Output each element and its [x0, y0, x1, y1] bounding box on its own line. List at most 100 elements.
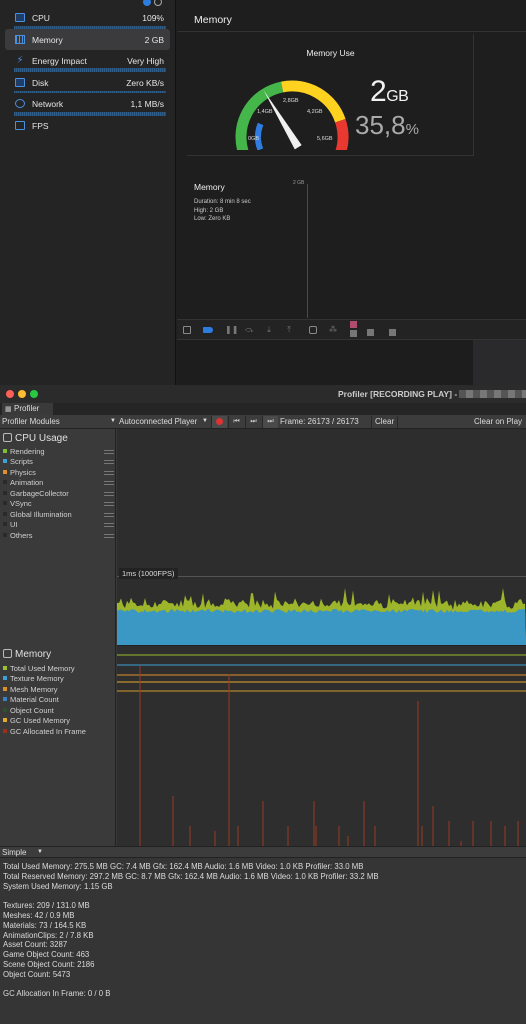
cpu-legend-item[interactable]: Scripts — [3, 457, 114, 467]
tab-profiler[interactable]: ▦ Profiler — [2, 403, 53, 415]
cpu-legend-item[interactable]: VSync — [3, 499, 114, 509]
percent-number: 35,8 — [355, 110, 406, 140]
energy-icon: ⚡ — [16, 55, 24, 66]
memory-legend-item[interactable]: GC Used Memory — [3, 716, 70, 726]
stat-line: Total Used Memory: 275.5 MB GC: 7.4 MB G… — [3, 862, 364, 871]
gauge-label: CPU — [32, 12, 50, 23]
cpu-icon — [15, 13, 25, 22]
drag-handle-icon[interactable] — [104, 502, 114, 507]
memory-graph-heading: Memory — [194, 182, 225, 192]
close-window-button[interactable] — [6, 390, 14, 398]
minimize-window-button[interactable] — [18, 390, 26, 398]
step-out-icon[interactable]: ⤒ — [285, 326, 293, 334]
gauge-network[interactable]: Network 1,1 MB/s — [5, 93, 170, 114]
memory-graph-icon[interactable]: ⁂ — [329, 326, 337, 334]
target-dropdown-arrow-icon[interactable]: ▼ — [202, 418, 208, 424]
pause-icon[interactable] — [154, 0, 162, 6]
memory-legend-item[interactable]: Texture Memory — [3, 674, 64, 684]
gauge-fps[interactable]: FPS — [5, 115, 170, 136]
current-frame-button[interactable]: ⏭ — [262, 416, 278, 428]
memory-use-panel: Memory Use 0GB 1,4GB 2,8GB 4,2GB 5,6GB 2… — [187, 34, 474, 156]
stat-line: Total Reserved Memory: 297.2 MB GC: 8.7 … — [3, 871, 379, 881]
drag-handle-icon[interactable] — [104, 533, 114, 538]
gauge-tick-label: 1,4GB — [257, 109, 273, 115]
cpu-legend-item[interactable]: Animation — [3, 478, 114, 488]
cpu-legend-item[interactable]: UI — [3, 520, 114, 530]
console-toggle-icon[interactable] — [183, 326, 191, 334]
status-icon — [143, 0, 151, 6]
legend-label: Total Used Memory — [10, 664, 75, 673]
legend-label: Texture Memory — [10, 674, 64, 684]
record-icon — [216, 418, 223, 425]
drag-handle-icon[interactable] — [104, 523, 114, 528]
cpu-legend-item[interactable]: Rendering — [3, 447, 114, 457]
cpu-legend-item[interactable]: GarbageCollector — [3, 489, 114, 499]
memory-gauge: 0GB 1,4GB 2,8GB 4,2GB 5,6GB — [235, 80, 349, 150]
gauge-label: Network — [32, 98, 64, 109]
drag-handle-icon[interactable] — [104, 491, 114, 496]
drag-handle-icon[interactable] — [104, 512, 114, 517]
memory-legend-item[interactable]: GC Allocated In Frame — [3, 727, 86, 737]
axis-line — [307, 184, 308, 318]
view-mode-arrow-icon[interactable]: ▼ — [37, 849, 43, 855]
drag-handle-icon[interactable] — [104, 470, 114, 475]
gauge-value: 109% — [142, 12, 164, 23]
high-text: High: 2 GB — [194, 207, 224, 214]
memory-legend-item[interactable]: Object Count — [3, 706, 54, 716]
legend-swatch — [3, 522, 7, 527]
cpu-module-heading[interactable]: CPU Usage — [3, 433, 68, 444]
view-hierarchy-icon[interactable] — [309, 326, 317, 334]
view-mode-dropdown[interactable]: Simple — [2, 848, 26, 857]
cpu-legend-item[interactable]: Global Illumination — [3, 510, 114, 520]
duration-text: Duration: 8 min 8 sec — [194, 199, 251, 205]
step-in-icon[interactable]: ⤓ — [265, 326, 273, 334]
profiler-toolbar: Profiler Modules ▼ Autoconnected Player … — [0, 415, 526, 429]
memory-unit: GB — [386, 88, 409, 105]
target-dropdown[interactable]: Autoconnected Player — [119, 417, 197, 426]
breakpoints-icon[interactable] — [203, 327, 213, 333]
memory-legend-item[interactable]: Mesh Memory — [3, 685, 58, 695]
gauge-memory[interactable]: Memory 2 GB — [5, 29, 170, 50]
cpu-legend-item[interactable]: Others — [3, 531, 114, 541]
gauge-value: Very High — [127, 55, 164, 66]
memory-icon — [15, 35, 25, 44]
gauge-cpu[interactable]: CPU 109% — [5, 7, 170, 28]
legend-label: VSync — [10, 499, 32, 509]
stat-line: Scene Object Count: 2186 — [3, 959, 95, 969]
previous-frame-button[interactable]: ⏮ — [228, 416, 244, 428]
tab-strip: ▦ Profiler — [0, 403, 526, 415]
memory-legend-item[interactable]: Material Count — [3, 695, 59, 705]
drag-handle-icon[interactable] — [104, 460, 114, 465]
drag-handle-icon[interactable] — [104, 450, 114, 454]
memory-module-heading[interactable]: Memory — [3, 649, 51, 660]
memory-legend-item[interactable]: Total Used Memory — [3, 664, 75, 674]
memory-usage-chart[interactable] — [117, 645, 526, 847]
cpu-legend-item[interactable]: Physics — [3, 468, 114, 478]
drag-handle-icon[interactable] — [104, 481, 114, 486]
tab-label: Profiler — [14, 404, 40, 413]
legend-swatch — [3, 666, 7, 670]
cpu-usage-chart[interactable]: 1ms (1000FPS) — [117, 429, 526, 645]
thread-swatch — [367, 329, 374, 336]
gauge-label: FPS — [32, 120, 49, 131]
modules-dropdown-arrow-icon[interactable]: ▼ — [110, 418, 116, 424]
debug-area — [177, 340, 526, 385]
zoom-window-button[interactable] — [30, 390, 38, 398]
step-over-icon[interactable]: ⤼ — [245, 326, 254, 334]
clear-on-play-button[interactable]: Clear on Play — [474, 417, 522, 426]
next-frame-button[interactable]: ⏭ — [245, 416, 261, 428]
gauge-value: 2 GB — [144, 34, 164, 45]
memory-value: 2GB — [370, 75, 409, 109]
clear-button[interactable]: Clear — [371, 416, 399, 428]
legend-label: Object Count — [10, 705, 54, 715]
gauge-disk[interactable]: Disk Zero KB/s — [5, 72, 170, 93]
memory-use-heading: Memory Use — [306, 48, 355, 58]
profiler-modules-dropdown[interactable]: Profiler Modules — [2, 417, 60, 426]
pause-icon[interactable]: ❚❚ — [225, 326, 238, 334]
disk-icon — [15, 78, 25, 87]
stat-line: System Used Memory: 1.15 GB — [3, 881, 113, 891]
legend-swatch — [3, 697, 7, 702]
record-button[interactable] — [211, 416, 227, 428]
module-legend-panel: CPU Usage Rendering Scripts Physics Animati… — [0, 429, 116, 846]
memory-module-icon — [3, 649, 12, 658]
